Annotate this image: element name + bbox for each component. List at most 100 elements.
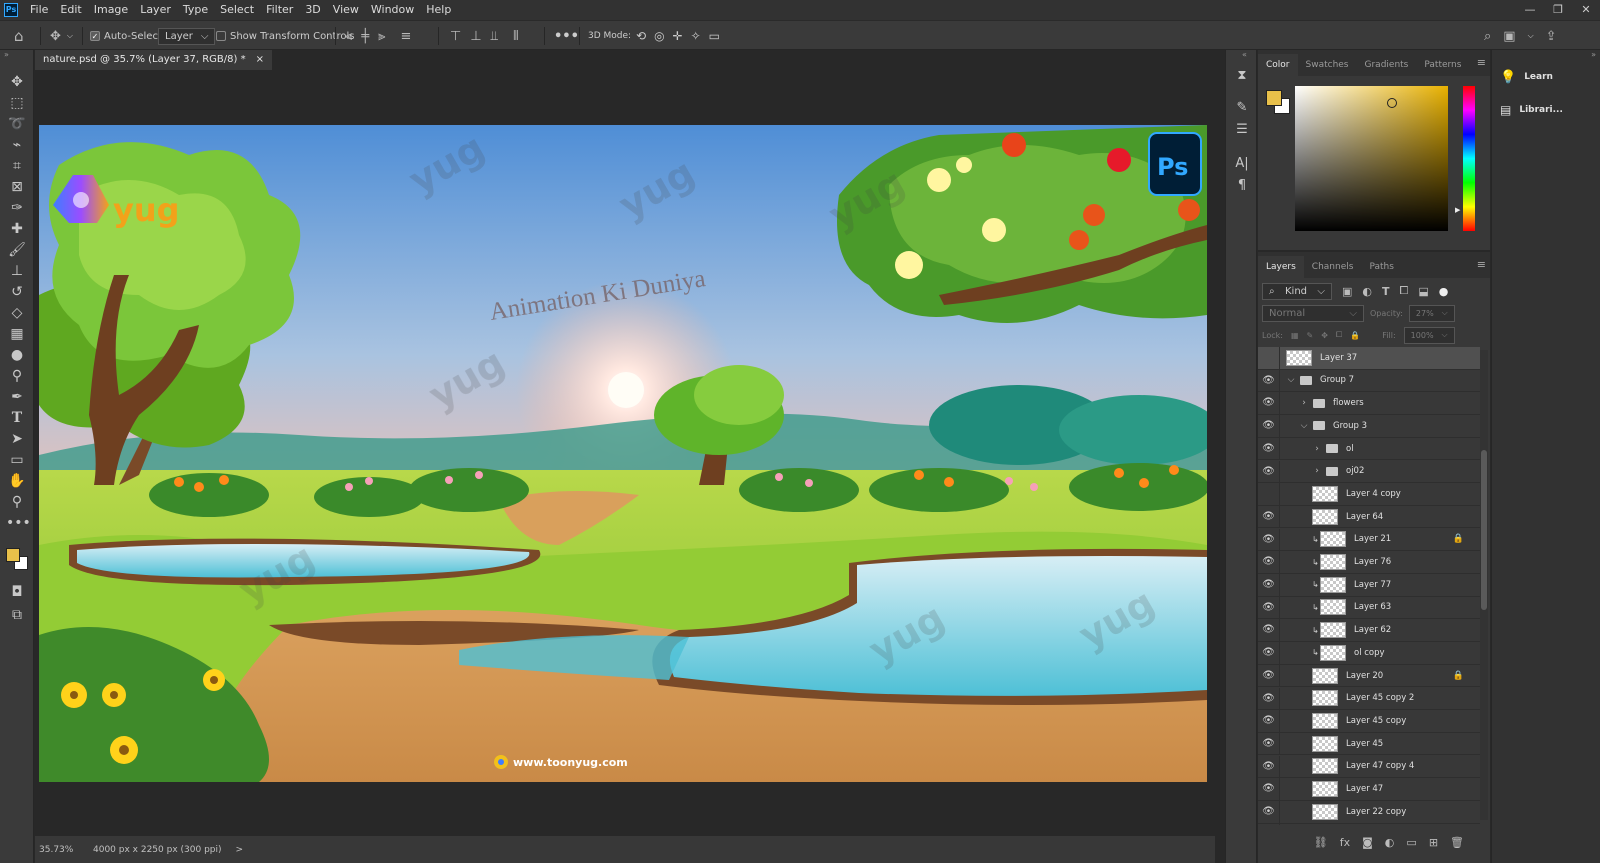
character-panel-icon[interactable]: A| (1232, 156, 1252, 174)
eye-icon[interactable]: 👁 (1258, 664, 1280, 687)
layer-row[interactable]: 👁 Layer 22 copy (1258, 801, 1480, 824)
brush-settings-icon[interactable]: ✎ (1232, 100, 1252, 118)
photoshop-logo-icon[interactable]: Ps (4, 3, 18, 17)
layer-row[interactable]: 👁 Layer 47 (1258, 778, 1480, 801)
layer-thumbnail[interactable] (1312, 803, 1338, 820)
layer-row[interactable]: 👁 Layer 45 (1258, 732, 1480, 756)
history-brush-icon[interactable]: ↺ (6, 282, 28, 302)
color-field[interactable] (1295, 86, 1448, 231)
trash-icon[interactable]: 🗑 (1450, 836, 1464, 849)
eye-icon[interactable]: 👁 (1258, 437, 1280, 460)
align-left-icon[interactable]: ⫷ (345, 29, 352, 44)
filter-type-icon[interactable]: T (1382, 285, 1390, 298)
tab-layers[interactable]: Layers (1258, 256, 1304, 278)
tab-gradients[interactable]: Gradients (1357, 54, 1417, 76)
layer-row[interactable]: 👁 ↳ Layer 77 (1258, 574, 1480, 597)
lock-all-icon[interactable]: 🔒 (1350, 331, 1360, 340)
search-icon[interactable]: ⌕ (1484, 29, 1491, 44)
canvas-scrollbar[interactable] (1215, 50, 1225, 863)
move-tool-preset-icon[interactable]: ✥ ⌵ (50, 21, 73, 51)
history-panel-icon[interactable]: ⧗ (1232, 68, 1252, 86)
eye-icon[interactable]: 👁 (1258, 687, 1280, 709)
foreground-color-swatch[interactable] (6, 548, 20, 562)
panel-menu-icon[interactable]: ≡ (1477, 258, 1486, 271)
learn-panel-button[interactable]: 💡 Learn (1500, 64, 1553, 90)
eye-icon[interactable]: 👁 (1258, 460, 1280, 482)
tab-color[interactable]: Color (1258, 54, 1298, 76)
eye-icon[interactable]: 👁 (1258, 596, 1280, 619)
edit-toolbar-icon[interactable]: ••• (6, 513, 31, 533)
eye-icon[interactable]: 👁 (1258, 369, 1280, 392)
screen-mode-icon[interactable]: ⧉ (6, 605, 28, 625)
zoom-level[interactable]: 35.73% (39, 845, 89, 855)
more-options-button[interactable]: ••• (554, 21, 579, 51)
chevron-right-icon[interactable]: › (1312, 444, 1322, 454)
slide-3d-icon[interactable]: ✧ (691, 29, 701, 43)
lock-image-icon[interactable]: ✎ (1307, 331, 1314, 340)
distribute-icon[interactable]: ≡ (401, 29, 412, 44)
layer-row[interactable]: 👁Layer 22🔒 (1258, 823, 1480, 825)
chevron-down-icon[interactable]: ⌵ (1286, 375, 1296, 385)
link-icon[interactable]: ⛓ (1314, 836, 1328, 849)
eyedropper-tool-icon[interactable]: ✑ (6, 198, 28, 218)
move-tool-icon[interactable]: ✥ (6, 72, 28, 92)
menu-file[interactable]: File (24, 0, 54, 20)
gradient-tool-icon[interactable]: ▦ (6, 324, 28, 344)
tab-channels[interactable]: Channels (1304, 256, 1362, 278)
menu-help[interactable]: Help (420, 0, 457, 20)
filter-smartobject-icon[interactable]: ⬓ (1418, 285, 1428, 298)
layer-filter-dropdown[interactable]: ⌕ Kind ⌵ (1262, 282, 1332, 300)
layer-thumbnail[interactable] (1312, 508, 1338, 525)
document-tab[interactable]: nature.psd @ 35.7% (Layer 37, RGB/8) * × (35, 50, 272, 70)
quick-mask-icon[interactable]: ◘ (6, 582, 28, 602)
eraser-tool-icon[interactable]: ◇ (6, 303, 28, 323)
healing-brush-icon[interactable]: ✚ (6, 219, 28, 239)
layer-row[interactable]: Layer 4 copy (1258, 483, 1480, 506)
layer-row[interactable]: Layer 37 (1258, 347, 1480, 370)
panel-menu-icon[interactable]: ≡ (1477, 56, 1486, 69)
menu-image[interactable]: Image (88, 0, 134, 20)
align-middle-icon[interactable]: ⊥ (470, 29, 481, 44)
layer-thumbnail[interactable] (1320, 622, 1346, 639)
layer-row[interactable]: 👁 Layer 64 (1258, 505, 1480, 529)
layer-group-row[interactable]: 👁 ⌵ Group 3 (1258, 415, 1480, 438)
layer-thumbnail[interactable] (1312, 485, 1338, 502)
layer-row[interactable]: 👁 Layer 45 copy (1258, 710, 1480, 733)
layer-thumbnail[interactable] (1312, 667, 1338, 684)
tab-paths[interactable]: Paths (1361, 256, 1401, 278)
filter-pixel-icon[interactable]: ▣ (1342, 285, 1352, 298)
new-layer-icon[interactable]: ⊞ (1429, 836, 1438, 849)
eye-icon[interactable]: 👁 (1258, 710, 1280, 732)
layer-group-row[interactable]: 👁 › ol (1258, 437, 1480, 461)
menu-3d[interactable]: 3D (299, 0, 326, 20)
chevron-right-icon[interactable]: › (1312, 466, 1322, 476)
menu-layer[interactable]: Layer (134, 0, 177, 20)
eye-icon[interactable]: 👁 (1258, 619, 1280, 641)
status-menu-arrow[interactable]: > (236, 845, 244, 855)
layer-thumbnail[interactable] (1312, 712, 1338, 729)
foreground-color-swatch[interactable] (1266, 90, 1282, 106)
align-center-icon[interactable]: ╪ (361, 29, 369, 44)
align-top-icon[interactable]: ⊤ (450, 29, 461, 44)
eye-icon[interactable]: 👁 (1258, 505, 1280, 528)
menu-type[interactable]: Type (177, 0, 214, 20)
artwork-canvas[interactable]: yug yug yug yug yug yug yug Animation Ki… (39, 125, 1207, 782)
rectangle-tool-icon[interactable]: ▭ (6, 450, 28, 470)
eye-icon[interactable]: 👁 (1258, 642, 1280, 664)
blur-tool-icon[interactable]: ● (6, 345, 28, 365)
layer-row[interactable]: 👁 ↳ Layer 21 🔒 (1258, 528, 1480, 552)
align-right-icon[interactable]: ⫸ (378, 29, 385, 44)
visibility-off-icon[interactable] (1258, 483, 1280, 505)
color-picker-cursor[interactable] (1387, 98, 1397, 108)
scrollbar-thumb[interactable] (1481, 450, 1487, 610)
quick-select-tool-icon[interactable]: ⌁ (6, 135, 28, 155)
orbit-3d-icon[interactable]: ⟲ (636, 29, 646, 43)
fill-field[interactable]: 100% ⌵ (1403, 326, 1455, 344)
minimize-icon[interactable]: — (1516, 0, 1544, 20)
chevron-down-icon[interactable]: ⌵ (1299, 421, 1309, 431)
marquee-tool-icon[interactable]: ⬚ (6, 93, 28, 113)
hand-tool-icon[interactable]: ✋ (6, 471, 28, 491)
pan-3d-icon[interactable]: ✛ (673, 29, 683, 43)
layer-row[interactable]: 👁 ↳ ol copy (1258, 642, 1480, 665)
frame-tool-icon[interactable]: ⊠ (6, 177, 28, 197)
